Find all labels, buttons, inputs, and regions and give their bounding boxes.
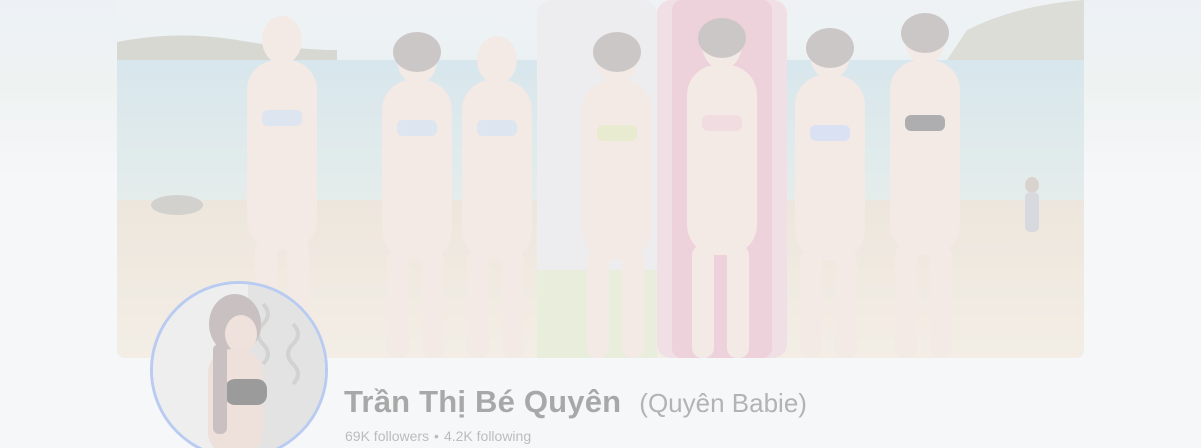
profile-name-row: Trần Thị Bé Quyên (Quyên Babie) (344, 384, 807, 420)
profile-name[interactable]: Trần Thị Bé Quyên (344, 384, 621, 420)
profile-page: Trần Thị Bé Quyên (Quyên Babie) 69K foll… (0, 0, 1201, 448)
profile-alternate-name: (Quyên Babie) (639, 388, 807, 418)
following-link[interactable]: 4.2K following (444, 428, 531, 444)
avatar[interactable] (153, 284, 325, 448)
stats-separator: • (434, 428, 439, 444)
avatar-image (153, 284, 325, 448)
profile-stats: 69K followers • 4.2K following (345, 428, 531, 444)
followers-link[interactable]: 69K followers (345, 428, 429, 444)
